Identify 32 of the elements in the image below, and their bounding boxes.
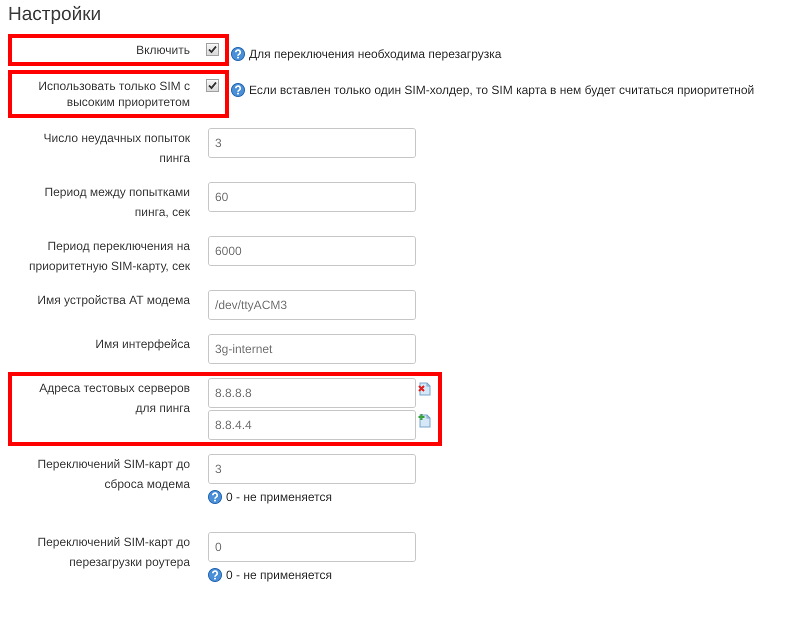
help-icon [231, 47, 245, 61]
hint-text: 0 - не применяется [226, 490, 332, 504]
field-label: Использовать только SIM с высоким приоритетом [37, 78, 191, 110]
field-label: Переключений SIM-карт до сброса модема [36, 456, 191, 493]
hint-text: Для переключения необходима перезагрузка [249, 46, 502, 62]
section-title: Настройки [8, 4, 102, 26]
field-label: Адреса тестовых серверов для пинга [38, 380, 191, 417]
field-label: Период переключения на приоритетную SIM-карту, сек [28, 238, 191, 275]
input-field[interactable]: 60 [208, 182, 416, 212]
input-field[interactable]: 8.8.4.4 [208, 410, 416, 440]
input-field[interactable]: 3 [208, 128, 416, 158]
add-icon[interactable] [418, 414, 432, 428]
field-label: Имя устройства AT модема [36, 292, 191, 309]
field-label: Включить [135, 42, 191, 58]
hint-text: Если вставлен только один SIM-холдер, то SIM карта в нем будет считаться приоритетной [249, 82, 754, 98]
field-label: Число неудачных попыток пинга [42, 130, 191, 167]
input-field[interactable]: /dev/ttyACM3 [208, 290, 416, 320]
input-field[interactable]: 3 [208, 454, 416, 484]
checkbox[interactable] [206, 79, 219, 92]
input-field[interactable]: 0 [208, 532, 416, 562]
hint-text: 0 - не применяется [226, 568, 332, 582]
field-label: Период между попытками пинга, сек [43, 184, 191, 221]
help-icon [208, 568, 222, 582]
input-field[interactable]: 8.8.8.8 [208, 378, 416, 408]
help-icon [208, 490, 222, 504]
help-icon [231, 83, 245, 97]
remove-icon[interactable] [418, 382, 432, 396]
input-field[interactable]: 6000 [208, 236, 416, 266]
field-label: Переключений SIM-карт до перезагрузки роутера [36, 534, 191, 571]
input-field[interactable]: 3g-internet [208, 334, 416, 364]
field-label: Имя интерфейса [94, 336, 191, 353]
checkbox[interactable] [206, 43, 219, 56]
